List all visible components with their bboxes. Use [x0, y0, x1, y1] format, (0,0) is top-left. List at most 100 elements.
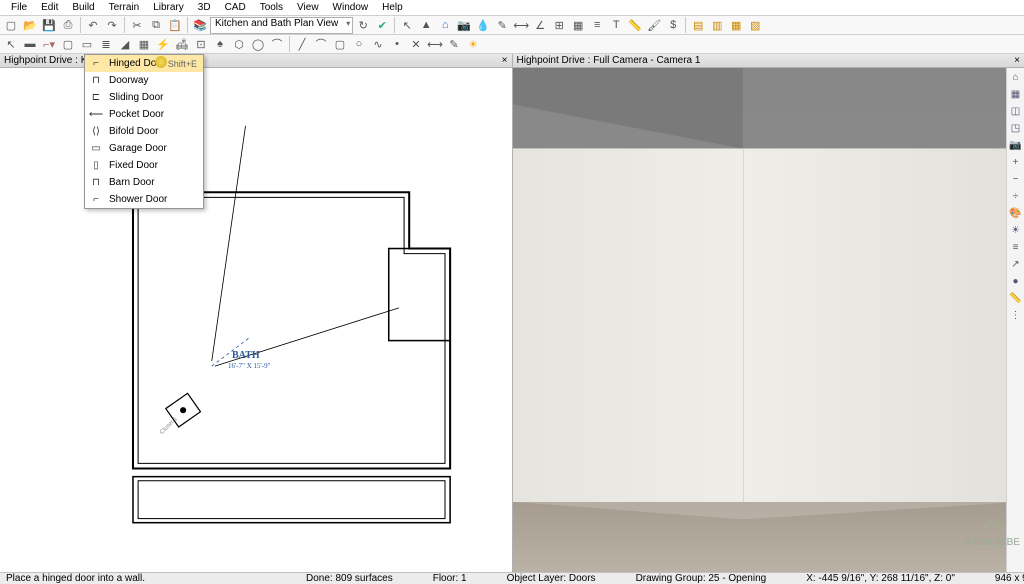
shape-icon[interactable]: ◯: [249, 35, 267, 53]
cut-icon[interactable]: ✂: [128, 16, 146, 34]
box-icon[interactable]: ▢: [331, 35, 349, 53]
plant-icon[interactable]: ♠: [211, 35, 229, 53]
sun-icon[interactable]: ☀: [464, 35, 482, 53]
section-icon[interactable]: ⊞: [550, 16, 568, 34]
menu-barn-door[interactable]: ⊓Barn Door: [85, 174, 203, 191]
library-icon[interactable]: 📚: [191, 16, 209, 34]
status-layer: Object Layer: Doors: [507, 573, 596, 584]
door-dropdown-icon[interactable]: ⌐▾: [40, 35, 58, 53]
up-icon[interactable]: ▲: [417, 16, 435, 34]
electrical-icon[interactable]: ⚡: [154, 35, 172, 53]
brush-icon[interactable]: 🖌: [645, 16, 663, 34]
win2-icon[interactable]: ▥: [708, 16, 726, 34]
win1-icon[interactable]: ▤: [689, 16, 707, 34]
tools-icon[interactable]: ✎: [493, 16, 511, 34]
furnish-icon[interactable]: 🛋: [173, 35, 191, 53]
menu-3d[interactable]: 3D: [191, 0, 218, 15]
dim2-icon[interactable]: ⟷: [426, 35, 444, 53]
menu-library[interactable]: Library: [146, 0, 191, 15]
paste-icon[interactable]: 📋: [166, 16, 184, 34]
menu-hinged-door[interactable]: ⌐ Hinged Door Shift+E: [85, 55, 203, 72]
point-icon[interactable]: •: [388, 35, 406, 53]
cross-icon[interactable]: ✕: [407, 35, 425, 53]
money-icon[interactable]: $: [664, 16, 682, 34]
trim-icon[interactable]: ⌒: [268, 35, 286, 53]
frame-icon[interactable]: ▦: [135, 35, 153, 53]
camera-canvas[interactable]: ⌂ ▦ ◫ ◳ 📷 + − ÷ 🎨 ☀ ≡ ↗ ● 📏 ⋮: [513, 68, 1024, 572]
arc-icon[interactable]: ⌒: [312, 35, 330, 53]
rt-palette-icon[interactable]: 🎨: [1008, 206, 1024, 222]
note-icon[interactable]: ✎: [445, 35, 463, 53]
text-icon[interactable]: T: [607, 16, 625, 34]
camera-title-bar[interactable]: Highpoint Drive : Full Camera - Camera 1…: [513, 54, 1024, 68]
roof-icon[interactable]: ◢: [116, 35, 134, 53]
rt-layers-icon[interactable]: ≡: [1008, 240, 1024, 256]
rt-export-icon[interactable]: ↗: [1008, 257, 1024, 273]
rt-minus-icon[interactable]: −: [1008, 172, 1024, 188]
rt-vec-icon[interactable]: ◳: [1008, 121, 1024, 137]
rt-measure-icon[interactable]: 📏: [1008, 291, 1024, 307]
camera-icon[interactable]: 📷: [455, 16, 473, 34]
circle-icon[interactable]: ○: [350, 35, 368, 53]
elev-icon[interactable]: ▦: [569, 16, 587, 34]
rt-iso-icon[interactable]: ◫: [1008, 104, 1024, 120]
rt-sun-icon[interactable]: ☀: [1008, 223, 1024, 239]
menu-file[interactable]: File: [4, 0, 34, 15]
view-combo[interactable]: Kitchen and Bath Plan View: [210, 17, 353, 34]
angle-icon[interactable]: ∠: [531, 16, 549, 34]
copy-icon[interactable]: ⧉: [147, 16, 165, 34]
menu-bifold-door[interactable]: ⟨⟩Bifold Door: [85, 123, 203, 140]
refresh-icon[interactable]: ↻: [354, 16, 372, 34]
ruler-icon[interactable]: 📏: [626, 16, 644, 34]
rt-cam-icon[interactable]: 📷: [1008, 138, 1024, 154]
rt-home-icon[interactable]: ⌂: [1008, 70, 1024, 86]
plan-canvas[interactable]: BATH 16'-7" X 15'-9" Closet 1: [0, 68, 512, 572]
menu-sliding-door[interactable]: ⊏Sliding Door: [85, 89, 203, 106]
new-icon[interactable]: ▢: [2, 16, 20, 34]
layers-icon[interactable]: ≡: [588, 16, 606, 34]
print-icon[interactable]: ⎙: [59, 16, 77, 34]
win4-icon[interactable]: ▧: [746, 16, 764, 34]
menu-view[interactable]: View: [290, 0, 326, 15]
dropper-icon[interactable]: 💧: [474, 16, 492, 34]
undo-icon[interactable]: ↶: [84, 16, 102, 34]
select-icon[interactable]: ↖: [398, 16, 416, 34]
menu-pocket-door[interactable]: ⟵Pocket Door: [85, 106, 203, 123]
menu-tools[interactable]: Tools: [253, 0, 290, 15]
spline-icon[interactable]: ∿: [369, 35, 387, 53]
menu-garage-door[interactable]: ▭Garage Door: [85, 140, 203, 157]
menu-cad[interactable]: CAD: [218, 0, 253, 15]
rt-divide-icon[interactable]: ÷: [1008, 189, 1024, 205]
menu-terrain[interactable]: Terrain: [102, 0, 147, 15]
menu-edit[interactable]: Edit: [34, 0, 65, 15]
rt-more-icon[interactable]: ⋮: [1008, 308, 1024, 324]
menu-shower-door[interactable]: ⌐Shower Door: [85, 191, 203, 208]
line-icon[interactable]: ╱: [293, 35, 311, 53]
win3-icon[interactable]: ▦: [727, 16, 745, 34]
rt-grid-icon[interactable]: ▦: [1008, 87, 1024, 103]
road-icon[interactable]: ⊡: [192, 35, 210, 53]
camera-title: Highpoint Drive : Full Camera - Camera 1: [517, 55, 701, 66]
region-icon[interactable]: ⬡: [230, 35, 248, 53]
window-icon[interactable]: ▢: [59, 35, 77, 53]
redo-icon[interactable]: ↷: [103, 16, 121, 34]
stair-icon[interactable]: ≣: [97, 35, 115, 53]
save-icon[interactable]: 💾: [40, 16, 58, 34]
dim-icon[interactable]: ⟷: [512, 16, 530, 34]
check-icon[interactable]: ✔: [373, 16, 391, 34]
open-icon[interactable]: 📂: [21, 16, 39, 34]
pointer-icon[interactable]: ↖: [2, 35, 20, 53]
close-icon[interactable]: ×: [1014, 55, 1020, 66]
wall-icon[interactable]: ▬: [21, 35, 39, 53]
rt-cross-icon[interactable]: +: [1008, 155, 1024, 171]
plan-title-bar[interactable]: Highpoint Drive : Kitchen an ×: [0, 54, 512, 68]
menu-doorway[interactable]: ⊓Doorway: [85, 72, 203, 89]
menu-fixed-door[interactable]: ▯Fixed Door: [85, 157, 203, 174]
home-icon[interactable]: ⌂: [436, 16, 454, 34]
close-icon[interactable]: ×: [502, 55, 508, 66]
menu-window[interactable]: Window: [326, 0, 376, 15]
menu-help[interactable]: Help: [375, 0, 410, 15]
rt-record-icon[interactable]: ●: [1008, 274, 1024, 290]
menu-build[interactable]: Build: [65, 0, 101, 15]
cabinet-icon[interactable]: ▭: [78, 35, 96, 53]
